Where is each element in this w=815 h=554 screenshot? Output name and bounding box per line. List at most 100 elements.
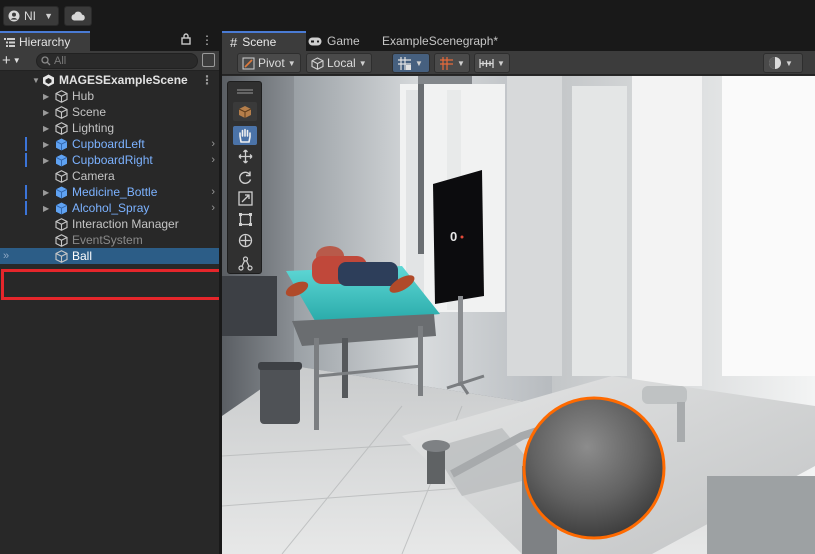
hierarchy-panel: Hierarchy ⋮ + ▼ All ▼ MAGESExampleScene … bbox=[0, 31, 225, 554]
cloud-button[interactable] bbox=[64, 6, 92, 26]
list-item[interactable]: Camera bbox=[0, 168, 219, 184]
scene-root-row[interactable]: ▼ MAGESExampleScene ⋮ bbox=[0, 72, 219, 88]
chevron-down-icon: ▼ bbox=[44, 11, 53, 21]
tab-scene-label: Scene bbox=[242, 35, 277, 49]
space-dropdown[interactable]: Local ▼ bbox=[306, 53, 372, 73]
scene-toolbar: Pivot ▼ Local ▼ ▼ ▼ ▼ ▼ bbox=[222, 51, 815, 75]
list-item-label: Interaction Manager bbox=[72, 217, 179, 231]
gameobject-cube-icon bbox=[55, 89, 68, 103]
custom-tool-icon[interactable] bbox=[233, 254, 257, 273]
chevron-right-icon[interactable]: › bbox=[211, 186, 215, 198]
shading-mode-dropdown[interactable]: ▼ bbox=[763, 53, 803, 73]
grid-icon: # bbox=[230, 34, 238, 50]
expand-arrow-icon[interactable]: ▶ bbox=[43, 92, 49, 101]
gameobject-cube-icon bbox=[55, 105, 68, 119]
expand-arrow-icon[interactable]: ▶ bbox=[43, 156, 49, 165]
hand-tool-icon[interactable] bbox=[233, 126, 257, 145]
gameobject-cube-icon bbox=[55, 217, 68, 231]
incremental-snap-toggle[interactable]: ▼ bbox=[434, 53, 470, 73]
pivot-label: Pivot bbox=[258, 56, 285, 70]
hierarchy-tab-label: Hierarchy bbox=[19, 35, 71, 49]
svg-text:0: 0 bbox=[450, 229, 457, 244]
gameobject-cube-icon bbox=[55, 249, 68, 263]
expand-arrow-icon[interactable]: ▶ bbox=[43, 108, 49, 117]
cloud-icon bbox=[71, 11, 85, 21]
expand-arrow-icon[interactable]: ▶ bbox=[43, 204, 49, 213]
prefab-cube-icon bbox=[55, 202, 68, 214]
gameobject-cube-icon bbox=[55, 233, 68, 247]
tab-hierarchy[interactable]: Hierarchy bbox=[0, 31, 90, 51]
list-item[interactable]: ▶ CupboardRight › bbox=[0, 152, 219, 168]
account-initials: NI bbox=[24, 9, 36, 23]
tab-scenegraph[interactable]: ExampleScenegraph* bbox=[374, 31, 506, 51]
scene-viewport[interactable]: 0 bbox=[222, 76, 815, 554]
list-item-label: CupboardRight bbox=[72, 153, 153, 167]
shading-sphere-icon bbox=[769, 57, 781, 69]
tab-game-label: Game bbox=[327, 34, 360, 48]
chevron-down-icon: ▼ bbox=[785, 58, 793, 68]
scene-render: 0 bbox=[222, 76, 815, 554]
pivot-icon bbox=[242, 57, 255, 69]
create-button[interactable]: + ▼ bbox=[2, 52, 21, 69]
chevron-down-icon: ▼ bbox=[457, 58, 465, 68]
gameobject-cube-icon bbox=[55, 121, 68, 135]
list-item-label: Hub bbox=[72, 89, 95, 103]
list-item[interactable]: ▶ Scene bbox=[0, 104, 219, 120]
lock-icon[interactable] bbox=[181, 33, 191, 45]
expand-arrow-icon[interactable]: ▶ bbox=[43, 188, 49, 197]
search-placeholder: All bbox=[54, 55, 67, 67]
list-item-label: CupboardLeft bbox=[72, 137, 145, 151]
gameobject-cube-icon bbox=[55, 169, 68, 183]
account-icon bbox=[8, 10, 20, 22]
list-item[interactable]: ▶ Medicine_Bottle › bbox=[0, 184, 219, 200]
tab-game[interactable]: Game bbox=[300, 31, 368, 51]
rotate-tool-icon[interactable] bbox=[233, 168, 257, 187]
scene-panel: # Scene Game ExampleScenegraph* Pivot ▼ … bbox=[222, 31, 815, 554]
local-space-icon bbox=[311, 56, 324, 70]
chevron-right-icon[interactable]: › bbox=[211, 202, 215, 214]
list-item-label: Camera bbox=[72, 169, 115, 183]
search-scope-icon[interactable] bbox=[202, 53, 215, 67]
pivot-dropdown[interactable]: Pivot ▼ bbox=[237, 53, 301, 73]
move-tool-icon[interactable] bbox=[233, 147, 257, 166]
prefab-cube-icon bbox=[55, 186, 68, 198]
ball-object[interactable] bbox=[522, 396, 666, 540]
list-item[interactable]: ▶ Alcohol_Spray › bbox=[0, 200, 219, 216]
chevron-down-icon: ▼ bbox=[415, 58, 423, 68]
kebab-menu-icon[interactable]: ⋮ bbox=[201, 33, 213, 47]
expand-arrow-icon[interactable]: ▶ bbox=[43, 124, 49, 133]
list-item[interactable]: ▶ Hub bbox=[0, 88, 219, 104]
rect-tool-icon[interactable] bbox=[233, 210, 257, 229]
list-item[interactable]: ▶ Lighting bbox=[0, 120, 219, 136]
list-item-label: EventSystem bbox=[72, 233, 143, 247]
prefab-override-marker bbox=[25, 153, 27, 167]
gamepad-icon bbox=[308, 37, 322, 45]
account-button[interactable]: NI ▼ bbox=[3, 6, 59, 26]
hierarchy-search-input[interactable]: All bbox=[36, 53, 198, 69]
unity-scene-icon bbox=[43, 74, 54, 86]
scale-tool-icon[interactable] bbox=[233, 189, 257, 208]
chevron-right-icon[interactable]: › bbox=[211, 138, 215, 150]
expanded-arrow-icon[interactable]: ▼ bbox=[32, 76, 40, 85]
expand-arrow-icon[interactable]: ▶ bbox=[43, 140, 49, 149]
list-item-label: Alcohol_Spray bbox=[72, 201, 150, 215]
list-item-label: Ball bbox=[72, 249, 93, 263]
grid-snap-toggle[interactable]: ▼ bbox=[392, 53, 430, 73]
list-item[interactable]: EventSystem bbox=[0, 232, 219, 248]
list-item-selected[interactable]: » Ball bbox=[0, 248, 219, 264]
view-tool-icon[interactable] bbox=[233, 102, 257, 121]
hierarchy-tree: ▼ MAGESExampleScene ⋮ ▶ Hub ▶ Scene ▶ Lightin… bbox=[0, 72, 219, 264]
grid-snap-icon bbox=[398, 56, 411, 70]
chevron-right-icon[interactable]: › bbox=[211, 154, 215, 166]
transform-tool-icon[interactable] bbox=[233, 231, 257, 250]
list-item[interactable]: ▶ CupboardLeft › bbox=[0, 136, 219, 152]
kebab-menu-icon[interactable]: ⋮ bbox=[201, 73, 213, 87]
search-icon bbox=[41, 56, 51, 66]
prefab-override-marker bbox=[25, 185, 27, 199]
list-item[interactable]: Interaction Manager bbox=[0, 216, 219, 232]
tab-scenegraph-label: ExampleScenegraph* bbox=[382, 34, 499, 48]
chevron-down-icon: ▼ bbox=[358, 58, 367, 68]
ruler-toggle[interactable]: ▼ bbox=[474, 53, 510, 73]
tab-scene[interactable]: # Scene bbox=[222, 31, 306, 51]
overlay-handle-icon[interactable] bbox=[233, 88, 257, 96]
